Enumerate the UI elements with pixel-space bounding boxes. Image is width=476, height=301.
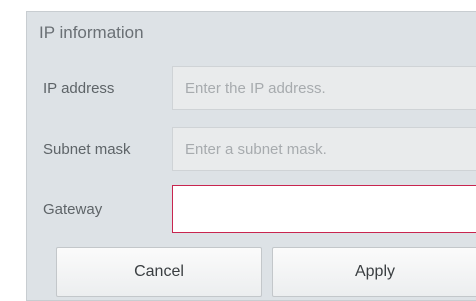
subnet-mask-input[interactable] <box>172 127 476 171</box>
apply-button[interactable]: Apply <box>272 247 476 297</box>
dialog-title: IP information <box>39 23 144 42</box>
ip-information-dialog: IP information IP address Subnet mask Ga… <box>26 11 476 301</box>
gateway-label: Gateway <box>43 201 103 218</box>
cancel-button[interactable]: Cancel <box>56 247 262 297</box>
subnet-mask-label: Subnet mask <box>43 141 131 158</box>
ip-address-input[interactable] <box>172 66 476 110</box>
gateway-input[interactable] <box>172 185 476 233</box>
ip-address-label: IP address <box>43 80 115 97</box>
